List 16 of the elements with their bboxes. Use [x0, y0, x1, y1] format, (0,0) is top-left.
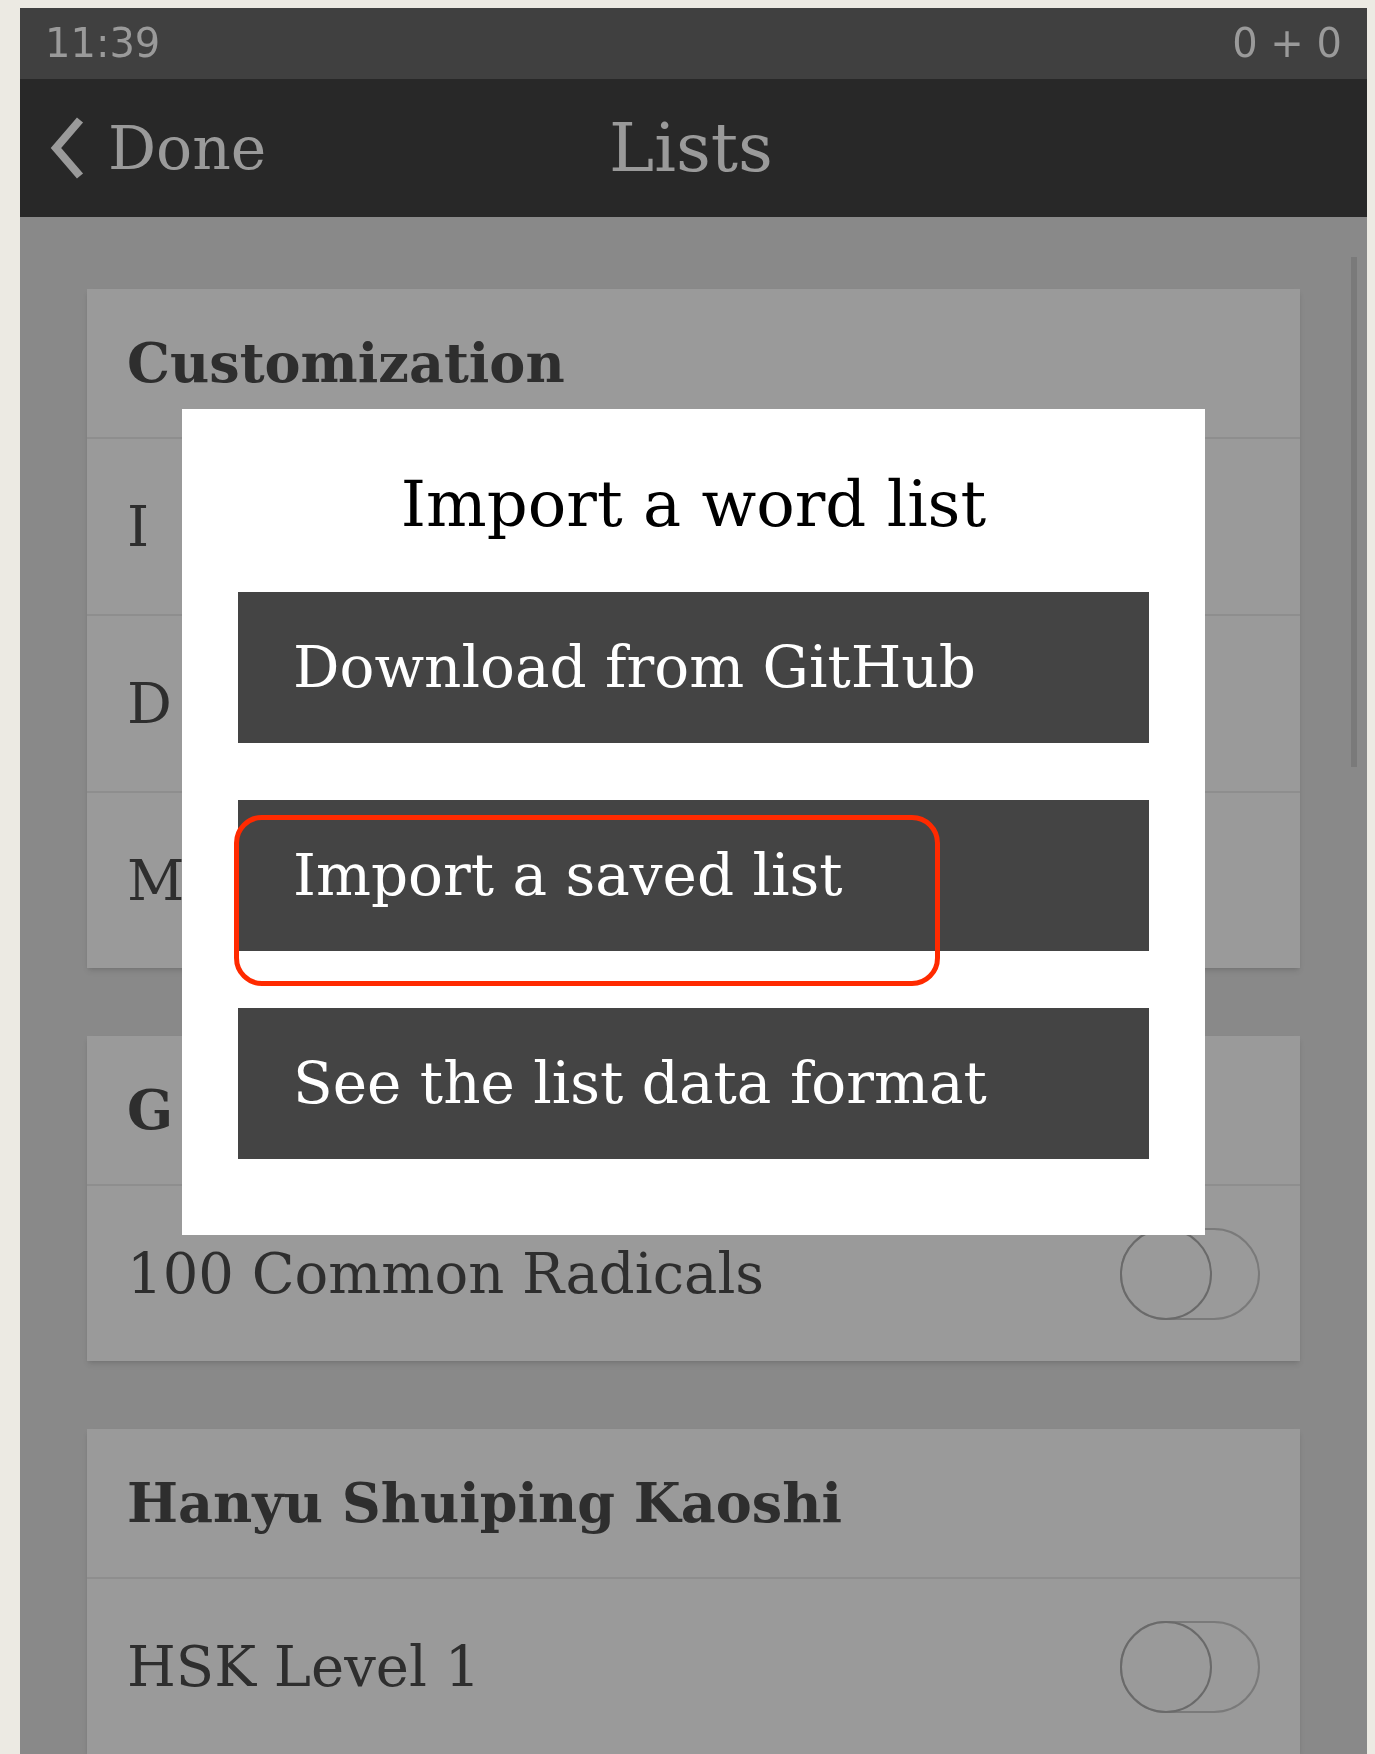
dialog-title: Import a word list [400, 466, 987, 543]
dialog-option-button[interactable]: See the list data format [238, 1008, 1149, 1159]
list-row-label[interactable]: M [127, 838, 185, 923]
list-row-label[interactable]: HSK Level 1 [127, 1624, 481, 1709]
list-row-label[interactable]: 100 Common Radicals [127, 1231, 765, 1316]
status-time: 11:39 [45, 19, 161, 69]
list-row-label[interactable]: D [127, 661, 172, 746]
list-row-label[interactable]: I [127, 484, 150, 569]
back-button[interactable]: Done [48, 102, 267, 193]
section-heading: Hanyu Shuiping Kaoshi [127, 1469, 842, 1537]
section-heading: G [127, 1076, 174, 1144]
dialog-option-button[interactable]: Import a saved list [238, 800, 1149, 951]
screen-title: Lists [609, 106, 773, 189]
dialog-option-button[interactable]: Download from GitHub [238, 592, 1149, 743]
status-counter: 0 + 0 [1232, 19, 1342, 69]
section-heading: Customization [127, 329, 565, 397]
